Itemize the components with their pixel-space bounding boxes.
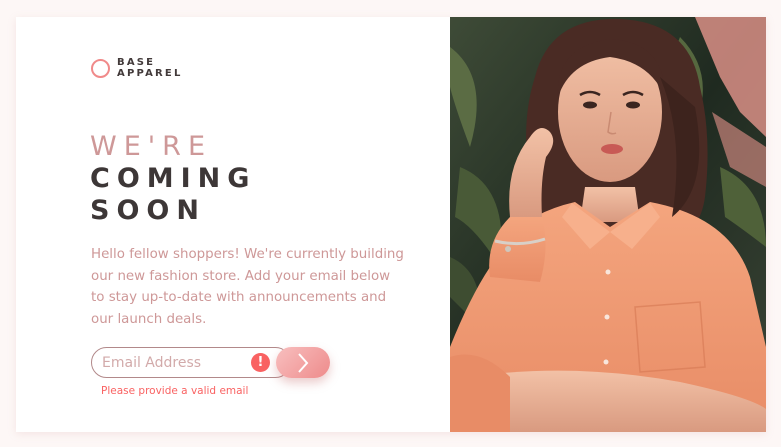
headline-coming: COMING (90, 163, 257, 194)
logo-ring-icon (91, 58, 110, 78)
brand-logo[interactable]: BASE APPAREL (91, 57, 183, 79)
coming-soon-card: BASE APPAREL WE'RE COMING SOON Hello fel… (16, 17, 766, 432)
email-signup-form: ! (91, 347, 331, 378)
hero-photo (450, 17, 766, 432)
headline: WE'RE COMING SOON (90, 131, 256, 227)
error-message: Please provide a valid email (101, 385, 249, 397)
logo-line-base: BASE (117, 57, 156, 68)
logo-line-apparel: APPAREL (117, 68, 183, 79)
hero-photo-illustration (450, 17, 766, 432)
content-panel: BASE APPAREL WE'RE COMING SOON Hello fel… (16, 17, 450, 432)
description-text: Hello fellow shoppers! We're currently b… (91, 247, 404, 327)
headline-were: WE'RE (90, 131, 212, 162)
error-icon: ! (251, 353, 270, 372)
submit-button[interactable] (276, 347, 330, 378)
logo-wordmark: BASE APPAREL (117, 57, 183, 79)
headline-soon: SOON (90, 195, 206, 226)
chevron-right-icon (298, 352, 309, 373)
